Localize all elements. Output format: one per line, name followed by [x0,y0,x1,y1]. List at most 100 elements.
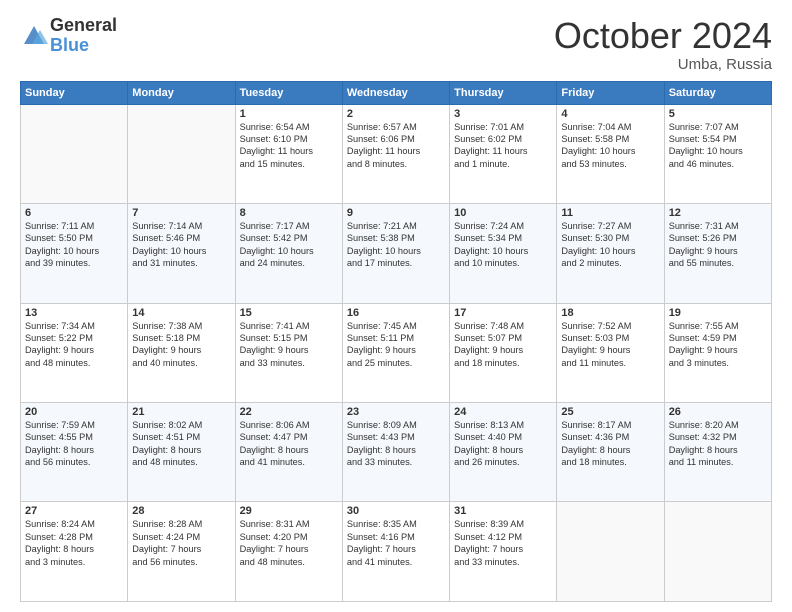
cell-w0-d0 [21,104,128,203]
cell-w0-d1 [128,104,235,203]
day-number: 26 [669,406,767,418]
day-info: Sunrise: 7:34 AM Sunset: 5:22 PM Dayligh… [25,320,123,370]
day-number: 27 [25,505,123,517]
logo-icon [20,22,48,50]
day-number: 24 [454,406,552,418]
month-title: October 2024 [554,16,772,56]
day-number: 25 [561,406,659,418]
cell-w1-d2: 8Sunrise: 7:17 AM Sunset: 5:42 PM Daylig… [235,204,342,303]
day-info: Sunrise: 7:17 AM Sunset: 5:42 PM Dayligh… [240,220,338,270]
week-row-4: 27Sunrise: 8:24 AM Sunset: 4:28 PM Dayli… [21,502,772,602]
cell-w1-d3: 9Sunrise: 7:21 AM Sunset: 5:38 PM Daylig… [342,204,449,303]
logo-line2: Blue [50,35,89,55]
cell-w2-d2: 15Sunrise: 7:41 AM Sunset: 5:15 PM Dayli… [235,303,342,402]
day-number: 14 [132,307,230,319]
day-number: 1 [240,108,338,120]
day-number: 17 [454,307,552,319]
cell-w0-d3: 2Sunrise: 6:57 AM Sunset: 6:06 PM Daylig… [342,104,449,203]
cell-w1-d4: 10Sunrise: 7:24 AM Sunset: 5:34 PM Dayli… [450,204,557,303]
day-info: Sunrise: 7:24 AM Sunset: 5:34 PM Dayligh… [454,220,552,270]
cell-w3-d2: 22Sunrise: 8:06 AM Sunset: 4:47 PM Dayli… [235,403,342,502]
day-info: Sunrise: 8:39 AM Sunset: 4:12 PM Dayligh… [454,518,552,568]
day-number: 2 [347,108,445,120]
day-number: 10 [454,207,552,219]
col-monday: Monday [128,81,235,104]
calendar-header: Sunday Monday Tuesday Wednesday Thursday… [21,81,772,104]
day-info: Sunrise: 7:27 AM Sunset: 5:30 PM Dayligh… [561,220,659,270]
logo-line1: General [50,16,117,36]
day-info: Sunrise: 6:57 AM Sunset: 6:06 PM Dayligh… [347,121,445,171]
day-number: 5 [669,108,767,120]
week-row-2: 13Sunrise: 7:34 AM Sunset: 5:22 PM Dayli… [21,303,772,402]
cell-w4-d3: 30Sunrise: 8:35 AM Sunset: 4:16 PM Dayli… [342,502,449,602]
day-number: 4 [561,108,659,120]
day-number: 16 [347,307,445,319]
cell-w3-d1: 21Sunrise: 8:02 AM Sunset: 4:51 PM Dayli… [128,403,235,502]
logo: General Blue [20,16,117,56]
day-info: Sunrise: 8:24 AM Sunset: 4:28 PM Dayligh… [25,518,123,568]
logo-text: General Blue [50,16,117,56]
week-row-1: 6Sunrise: 7:11 AM Sunset: 5:50 PM Daylig… [21,204,772,303]
cell-w4-d0: 27Sunrise: 8:24 AM Sunset: 4:28 PM Dayli… [21,502,128,602]
cell-w3-d6: 26Sunrise: 8:20 AM Sunset: 4:32 PM Dayli… [664,403,771,502]
location: Umba, Russia [554,56,772,73]
day-info: Sunrise: 7:31 AM Sunset: 5:26 PM Dayligh… [669,220,767,270]
cell-w2-d4: 17Sunrise: 7:48 AM Sunset: 5:07 PM Dayli… [450,303,557,402]
day-number: 6 [25,207,123,219]
day-number: 22 [240,406,338,418]
day-info: Sunrise: 8:13 AM Sunset: 4:40 PM Dayligh… [454,419,552,469]
day-info: Sunrise: 7:21 AM Sunset: 5:38 PM Dayligh… [347,220,445,270]
day-number: 19 [669,307,767,319]
day-number: 15 [240,307,338,319]
page: General Blue October 2024 Umba, Russia S… [0,0,792,612]
cell-w4-d4: 31Sunrise: 8:39 AM Sunset: 4:12 PM Dayli… [450,502,557,602]
title-block: October 2024 Umba, Russia [554,16,772,73]
cell-w3-d4: 24Sunrise: 8:13 AM Sunset: 4:40 PM Dayli… [450,403,557,502]
cell-w2-d0: 13Sunrise: 7:34 AM Sunset: 5:22 PM Dayli… [21,303,128,402]
day-number: 9 [347,207,445,219]
cell-w4-d5 [557,502,664,602]
day-info: Sunrise: 7:07 AM Sunset: 5:54 PM Dayligh… [669,121,767,171]
week-row-3: 20Sunrise: 7:59 AM Sunset: 4:55 PM Dayli… [21,403,772,502]
day-number: 3 [454,108,552,120]
day-info: Sunrise: 7:48 AM Sunset: 5:07 PM Dayligh… [454,320,552,370]
cell-w2-d1: 14Sunrise: 7:38 AM Sunset: 5:18 PM Dayli… [128,303,235,402]
day-info: Sunrise: 6:54 AM Sunset: 6:10 PM Dayligh… [240,121,338,171]
col-wednesday: Wednesday [342,81,449,104]
day-info: Sunrise: 8:02 AM Sunset: 4:51 PM Dayligh… [132,419,230,469]
day-info: Sunrise: 7:11 AM Sunset: 5:50 PM Dayligh… [25,220,123,270]
day-info: Sunrise: 8:17 AM Sunset: 4:36 PM Dayligh… [561,419,659,469]
cell-w3-d3: 23Sunrise: 8:09 AM Sunset: 4:43 PM Dayli… [342,403,449,502]
day-number: 21 [132,406,230,418]
cell-w2-d3: 16Sunrise: 7:45 AM Sunset: 5:11 PM Dayli… [342,303,449,402]
cell-w4-d2: 29Sunrise: 8:31 AM Sunset: 4:20 PM Dayli… [235,502,342,602]
day-info: Sunrise: 8:35 AM Sunset: 4:16 PM Dayligh… [347,518,445,568]
day-number: 31 [454,505,552,517]
cell-w2-d6: 19Sunrise: 7:55 AM Sunset: 4:59 PM Dayli… [664,303,771,402]
day-number: 13 [25,307,123,319]
cell-w1-d6: 12Sunrise: 7:31 AM Sunset: 5:26 PM Dayli… [664,204,771,303]
day-info: Sunrise: 8:28 AM Sunset: 4:24 PM Dayligh… [132,518,230,568]
calendar-table: Sunday Monday Tuesday Wednesday Thursday… [20,81,772,602]
cell-w1-d5: 11Sunrise: 7:27 AM Sunset: 5:30 PM Dayli… [557,204,664,303]
day-number: 29 [240,505,338,517]
day-number: 18 [561,307,659,319]
cell-w0-d6: 5Sunrise: 7:07 AM Sunset: 5:54 PM Daylig… [664,104,771,203]
day-number: 20 [25,406,123,418]
col-tuesday: Tuesday [235,81,342,104]
day-info: Sunrise: 7:52 AM Sunset: 5:03 PM Dayligh… [561,320,659,370]
day-info: Sunrise: 8:31 AM Sunset: 4:20 PM Dayligh… [240,518,338,568]
day-info: Sunrise: 7:59 AM Sunset: 4:55 PM Dayligh… [25,419,123,469]
day-info: Sunrise: 8:20 AM Sunset: 4:32 PM Dayligh… [669,419,767,469]
cell-w2-d5: 18Sunrise: 7:52 AM Sunset: 5:03 PM Dayli… [557,303,664,402]
day-info: Sunrise: 7:04 AM Sunset: 5:58 PM Dayligh… [561,121,659,171]
cell-w0-d2: 1Sunrise: 6:54 AM Sunset: 6:10 PM Daylig… [235,104,342,203]
cell-w4-d1: 28Sunrise: 8:28 AM Sunset: 4:24 PM Dayli… [128,502,235,602]
day-number: 30 [347,505,445,517]
day-info: Sunrise: 7:14 AM Sunset: 5:46 PM Dayligh… [132,220,230,270]
col-thursday: Thursday [450,81,557,104]
day-info: Sunrise: 7:01 AM Sunset: 6:02 PM Dayligh… [454,121,552,171]
day-number: 28 [132,505,230,517]
cell-w1-d1: 7Sunrise: 7:14 AM Sunset: 5:46 PM Daylig… [128,204,235,303]
day-number: 12 [669,207,767,219]
